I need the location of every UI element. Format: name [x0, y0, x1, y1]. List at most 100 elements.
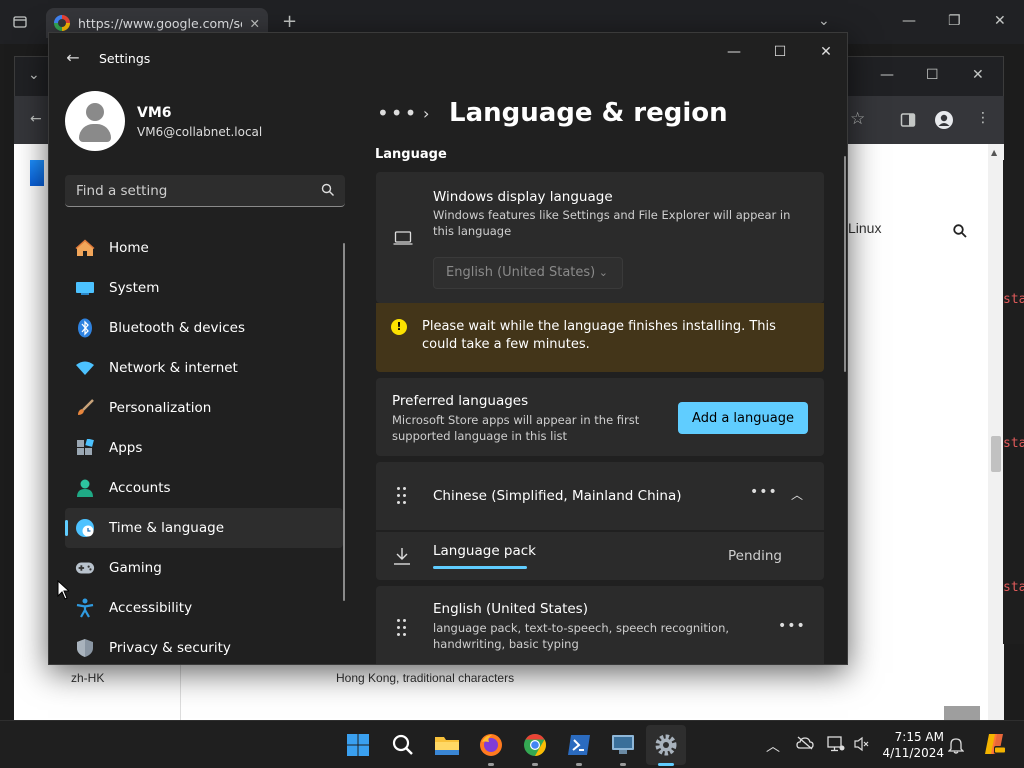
drag-handle-icon[interactable]: [397, 487, 407, 505]
page-title: Language & region: [449, 98, 728, 128]
powershell-icon[interactable]: [565, 731, 593, 759]
system-clock[interactable]: 7:15 AM 4/11/2024: [880, 729, 944, 761]
settings-gear-icon[interactable]: [652, 731, 680, 759]
start-windows-icon[interactable]: [344, 731, 372, 759]
chevron-up-icon[interactable]: ︿: [764, 736, 782, 755]
firefox-icon[interactable]: [477, 731, 505, 759]
language-name: English (United States): [433, 601, 588, 617]
code-fragment: sta: [1003, 580, 1024, 595]
tab-actions-icon[interactable]: [12, 14, 28, 33]
page-nav-link[interactable]: Linux: [848, 220, 881, 236]
mouse-cursor-icon: [57, 580, 69, 600]
speaker-muted-icon[interactable]: [853, 736, 871, 754]
app-title: Settings: [99, 51, 151, 66]
scroll-to-top-button[interactable]: [944, 706, 980, 720]
bookmark-star-icon[interactable]: ☆: [850, 111, 865, 128]
new-tab-icon[interactable]: +: [282, 13, 297, 31]
breadcrumb-more-button[interactable]: •••: [377, 101, 416, 125]
code-fragment: sta: [1003, 292, 1024, 307]
sidebar-item-personalization[interactable]: Personalization: [65, 388, 343, 428]
sidebar-item-privacy[interactable]: Privacy & security: [65, 628, 343, 664]
time-language-icon: [75, 518, 95, 538]
sidebar-item-gaming[interactable]: Gaming: [65, 548, 343, 588]
sidebar-item-network[interactable]: Network & internet: [65, 348, 343, 388]
restore-icon[interactable]: ❐: [948, 14, 961, 28]
tab-dropdown-icon[interactable]: ⌄: [28, 68, 40, 82]
sidebar-item-system[interactable]: System: [65, 268, 343, 308]
remote-desktop-icon[interactable]: [609, 731, 637, 759]
warning-icon: !: [391, 319, 407, 335]
gaming-icon: [75, 558, 95, 578]
sidebar-item-accounts[interactable]: Accounts: [65, 468, 343, 508]
bg-window-minimize-icon[interactable]: —: [880, 68, 894, 82]
display-language-description: Windows features like Settings and File …: [433, 208, 791, 238]
close-button[interactable]: ✕: [803, 41, 847, 63]
sidebar-scrollbar[interactable]: [343, 243, 345, 601]
taskbar: ︿ 7:15 AM 4/11/2024: [0, 720, 1024, 768]
apps-icon: [75, 438, 95, 458]
chevron-down-icon: ⌄: [598, 266, 608, 279]
copilot-icon[interactable]: [982, 732, 1006, 756]
language-pack-progress: [433, 566, 527, 569]
minimize-icon[interactable]: —: [902, 14, 916, 28]
bg-window-close-icon[interactable]: ✕: [972, 68, 984, 82]
table-row: zh-HK Hong Kong, traditional characters: [50, 664, 670, 721]
sidebar-item-bluetooth[interactable]: Bluetooth & devices: [65, 308, 343, 348]
sidebar-item-home[interactable]: Home: [65, 228, 343, 268]
preferred-languages-description: Microsoft Store apps will appear in the …: [392, 413, 640, 443]
language-item-chinese[interactable]: Chinese (Simplified, Mainland China) •••…: [376, 462, 824, 530]
search-box[interactable]: [65, 175, 345, 207]
title-bar: ← Settings — ☐ ✕: [49, 33, 847, 83]
search-icon[interactable]: [389, 731, 417, 759]
search-icon[interactable]: [321, 183, 335, 197]
page-scrollbar[interactable]: ▲: [988, 144, 1004, 720]
add-language-button[interactable]: Add a language: [678, 402, 808, 434]
search-input[interactable]: [65, 175, 315, 206]
table-cell-code: zh-HK: [71, 671, 105, 685]
sidebar-item-label: Personalization: [109, 400, 212, 416]
onedrive-icon[interactable]: [796, 736, 814, 754]
maximize-button[interactable]: ☐: [757, 41, 803, 63]
display-language-dropdown[interactable]: English (United States) ⌄: [433, 257, 623, 289]
page-scrollbar-thumb[interactable]: [991, 436, 1001, 472]
user-email: VM6@collabnet.local: [137, 125, 263, 139]
chevron-up-icon[interactable]: ︿: [791, 486, 803, 503]
sidebar-item-label: Accounts: [109, 480, 171, 496]
content-scrollbar[interactable]: [844, 156, 846, 372]
file-explorer-icon[interactable]: [433, 731, 461, 759]
minimize-button[interactable]: —: [711, 41, 757, 63]
back-arrow-icon[interactable]: ←: [63, 48, 83, 68]
more-options-icon[interactable]: •••: [778, 618, 806, 634]
bluetooth-icon: [75, 318, 95, 338]
preferred-languages-card: Preferred languages Microsoft Store apps…: [376, 378, 824, 456]
more-options-icon[interactable]: •••: [750, 484, 778, 500]
code-fragment: sta: [1003, 436, 1024, 451]
warning-text: Please wait while the language finishes …: [422, 319, 776, 352]
profile-icon[interactable]: [934, 110, 954, 133]
language-name: Chinese (Simplified, Mainland China): [433, 488, 682, 504]
brush-icon: [75, 398, 95, 418]
close-icon[interactable]: ✕: [994, 14, 1006, 28]
avatar[interactable]: [65, 91, 125, 151]
clock-date: 4/11/2024: [882, 746, 944, 760]
back-icon[interactable]: ←: [30, 112, 42, 126]
bg-window-restore-icon[interactable]: ☐: [926, 68, 939, 82]
sidebar-item-accessibility[interactable]: Accessibility: [65, 588, 343, 628]
sidebar-item-label: Apps: [109, 440, 143, 456]
close-tab-icon[interactable]: ✕: [250, 16, 260, 31]
sidebar-item-time-language[interactable]: Time & language: [65, 508, 343, 548]
install-warning-banner: ! Please wait while the language finishe…: [376, 303, 824, 372]
menu-icon[interactable]: ⋮: [976, 111, 990, 125]
page-search-icon[interactable]: [953, 224, 967, 242]
chrome-icon[interactable]: [521, 731, 549, 759]
notification-bell-icon[interactable]: [947, 736, 965, 754]
section-heading: Language: [375, 147, 447, 162]
tab-search-icon[interactable]: ⌄: [818, 14, 830, 28]
code-panel: sta sta sta: [1003, 160, 1024, 644]
sidebar-item-apps[interactable]: Apps: [65, 428, 343, 468]
network-icon[interactable]: [827, 736, 845, 754]
side-panel-icon[interactable]: [900, 112, 916, 131]
wifi-icon: [75, 358, 95, 378]
language-item-english[interactable]: English (United States) language pack, t…: [376, 586, 824, 664]
drag-handle-icon[interactable]: [397, 619, 407, 637]
